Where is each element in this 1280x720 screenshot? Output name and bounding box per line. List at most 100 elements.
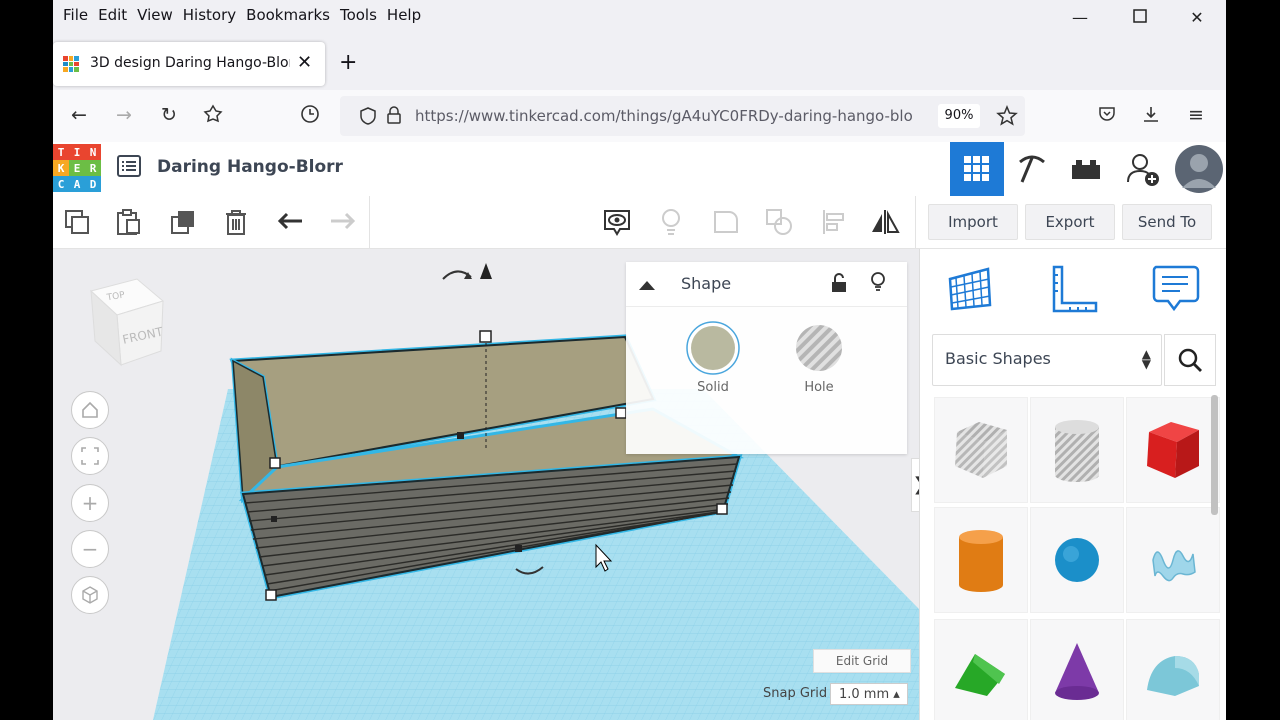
pickaxe-icon[interactable] (1004, 142, 1058, 196)
send-to-button[interactable]: Send To (1122, 204, 1212, 240)
url-text[interactable]: https://www.tinkercad.com/things/gA4uYC0… (415, 107, 935, 125)
bookmark-star-icon[interactable] (996, 105, 1018, 131)
shape-tile-box-hole[interactable] (934, 397, 1028, 503)
menu-edit[interactable]: Edit (93, 6, 132, 24)
corner-handle[interactable] (716, 503, 728, 515)
tinkercad-header: T I N K E R C A D Daring Hango-Blorr (53, 142, 1226, 197)
collapse-panel-button[interactable]: ❯ (911, 458, 919, 512)
copy-icon[interactable] (61, 206, 93, 238)
shape-tile-round-roof[interactable] (1126, 619, 1220, 720)
maximize-icon[interactable] (1130, 8, 1150, 28)
new-tab-icon[interactable]: + (339, 50, 357, 75)
shape-tile-cone[interactable] (1030, 619, 1124, 720)
collapse-icon[interactable] (638, 276, 656, 295)
redo-icon[interactable] (326, 206, 358, 238)
snap-grid-label: Snap Grid (763, 686, 828, 701)
menu-history[interactable]: History (178, 6, 241, 24)
shape-inspector-title: Shape (681, 274, 732, 293)
height-handle[interactable] (479, 330, 492, 343)
edge-handle[interactable] (457, 432, 464, 439)
edge-handle[interactable] (271, 516, 277, 522)
corner-handle[interactable] (615, 407, 627, 419)
shape-tile-roof[interactable] (934, 619, 1028, 720)
workplane-tool-icon[interactable] (944, 263, 996, 315)
delete-icon[interactable] (220, 206, 252, 238)
show-all-icon[interactable] (601, 206, 633, 238)
hide-shape-icon[interactable] (870, 271, 886, 297)
zoom-in-button[interactable]: + (71, 484, 109, 522)
browser-tab[interactable]: 3D design Daring Hango-Blorr | ✕ (53, 42, 325, 86)
download-icon[interactable] (1139, 104, 1163, 129)
close-window-icon[interactable]: ✕ (1187, 8, 1207, 28)
perspective-cube-icon (82, 586, 98, 604)
duplicate-icon[interactable] (167, 206, 199, 238)
zoom-level[interactable]: 90% (938, 104, 980, 128)
library-scrollbar[interactable] (1211, 395, 1218, 515)
workplane-viewport[interactable]: TOP FRONT + − Shape Solid Hole Edit Grid… (53, 249, 919, 720)
lock-icon[interactable] (386, 105, 402, 129)
project-name[interactable]: Daring Hango-Blorr (157, 157, 343, 177)
shapes-library-panel: Basic Shapes ▲ ▼ (919, 249, 1226, 720)
corner-handle[interactable] (269, 457, 281, 469)
hole-option[interactable]: Hole (779, 320, 859, 395)
zoom-out-button[interactable]: − (71, 530, 109, 568)
address-bar[interactable]: https://www.tinkercad.com/things/gA4uYC0… (340, 96, 1025, 136)
shape-tile-box[interactable] (1126, 397, 1220, 503)
menu-view[interactable]: View (132, 6, 178, 24)
browser-window: File Edit View History Bookmarks Tools H… (53, 0, 1226, 720)
box-hole-icon (955, 422, 1007, 478)
shape-tile-cylinder[interactable] (934, 507, 1028, 613)
tinkercad-logo[interactable]: T I N K E R C A D (53, 144, 101, 192)
bricks-icon[interactable] (1059, 142, 1113, 196)
shape-tile-scribble[interactable] (1126, 507, 1220, 613)
edge-handle[interactable] (515, 545, 522, 552)
solid-option[interactable]: Solid (673, 320, 753, 395)
history-icon[interactable] (298, 104, 322, 129)
shape-tile-cylinder-hole[interactable] (1030, 397, 1124, 503)
search-shapes-button[interactable] (1164, 334, 1216, 386)
notes-tool-icon[interactable] (1150, 263, 1202, 315)
export-button[interactable]: Export (1025, 204, 1115, 240)
roof-icon (955, 654, 1005, 696)
edit-grid-button[interactable]: Edit Grid (813, 649, 911, 673)
avatar[interactable] (1172, 142, 1226, 196)
lightbulb-icon[interactable] (655, 206, 687, 238)
home-icon[interactable] (201, 104, 225, 129)
menu-help[interactable]: Help (382, 6, 426, 24)
3d-view-button[interactable] (950, 142, 1004, 196)
back-icon[interactable]: ← (67, 104, 91, 126)
lock-shape-icon[interactable] (831, 273, 847, 297)
import-button[interactable]: Import (928, 204, 1018, 240)
fit-view-button[interactable] (71, 437, 109, 475)
menu-tools[interactable]: Tools (335, 6, 382, 24)
home-view-button[interactable] (71, 391, 109, 429)
reload-icon[interactable]: ↻ (157, 104, 181, 126)
close-tab-icon[interactable]: ✕ (297, 52, 312, 73)
navigation-bar: ← → ↻ https://www.tinkercad.com/things/g… (53, 90, 1226, 143)
forward-icon[interactable]: → (112, 104, 136, 126)
align-icon[interactable] (818, 206, 850, 238)
mirror-icon[interactable] (869, 206, 901, 238)
perspective-button[interactable] (71, 576, 109, 614)
view-cube[interactable]: TOP FRONT (81, 277, 171, 376)
ruler-tool-icon[interactable] (1048, 263, 1100, 315)
invite-user-icon[interactable] (1116, 142, 1170, 196)
pocket-icon[interactable] (1095, 104, 1119, 129)
shield-icon[interactable] (358, 106, 378, 130)
undo-icon[interactable] (275, 206, 307, 238)
design-list-icon[interactable] (117, 155, 141, 177)
corner-handle[interactable] (265, 589, 277, 601)
snap-grid-select[interactable]: 1.0 mm ▴ (830, 683, 908, 705)
tab-bar: 3D design Daring Hango-Blorr | ✕ + (53, 32, 1226, 90)
paste-icon[interactable] (112, 206, 144, 238)
menu-file[interactable]: File (58, 6, 93, 24)
hamburger-menu-icon[interactable]: ≡ (1184, 104, 1208, 126)
move-up-cone-icon[interactable] (480, 263, 492, 279)
group-icon[interactable] (710, 206, 742, 238)
minimize-icon[interactable]: — (1070, 8, 1090, 28)
menu-bookmarks[interactable]: Bookmarks (241, 6, 335, 24)
shape-category-select[interactable]: Basic Shapes ▲ ▼ (932, 334, 1162, 386)
solid-swatch[interactable] (691, 326, 735, 370)
ungroup-icon[interactable] (763, 206, 795, 238)
shape-tile-sphere[interactable] (1030, 507, 1124, 613)
